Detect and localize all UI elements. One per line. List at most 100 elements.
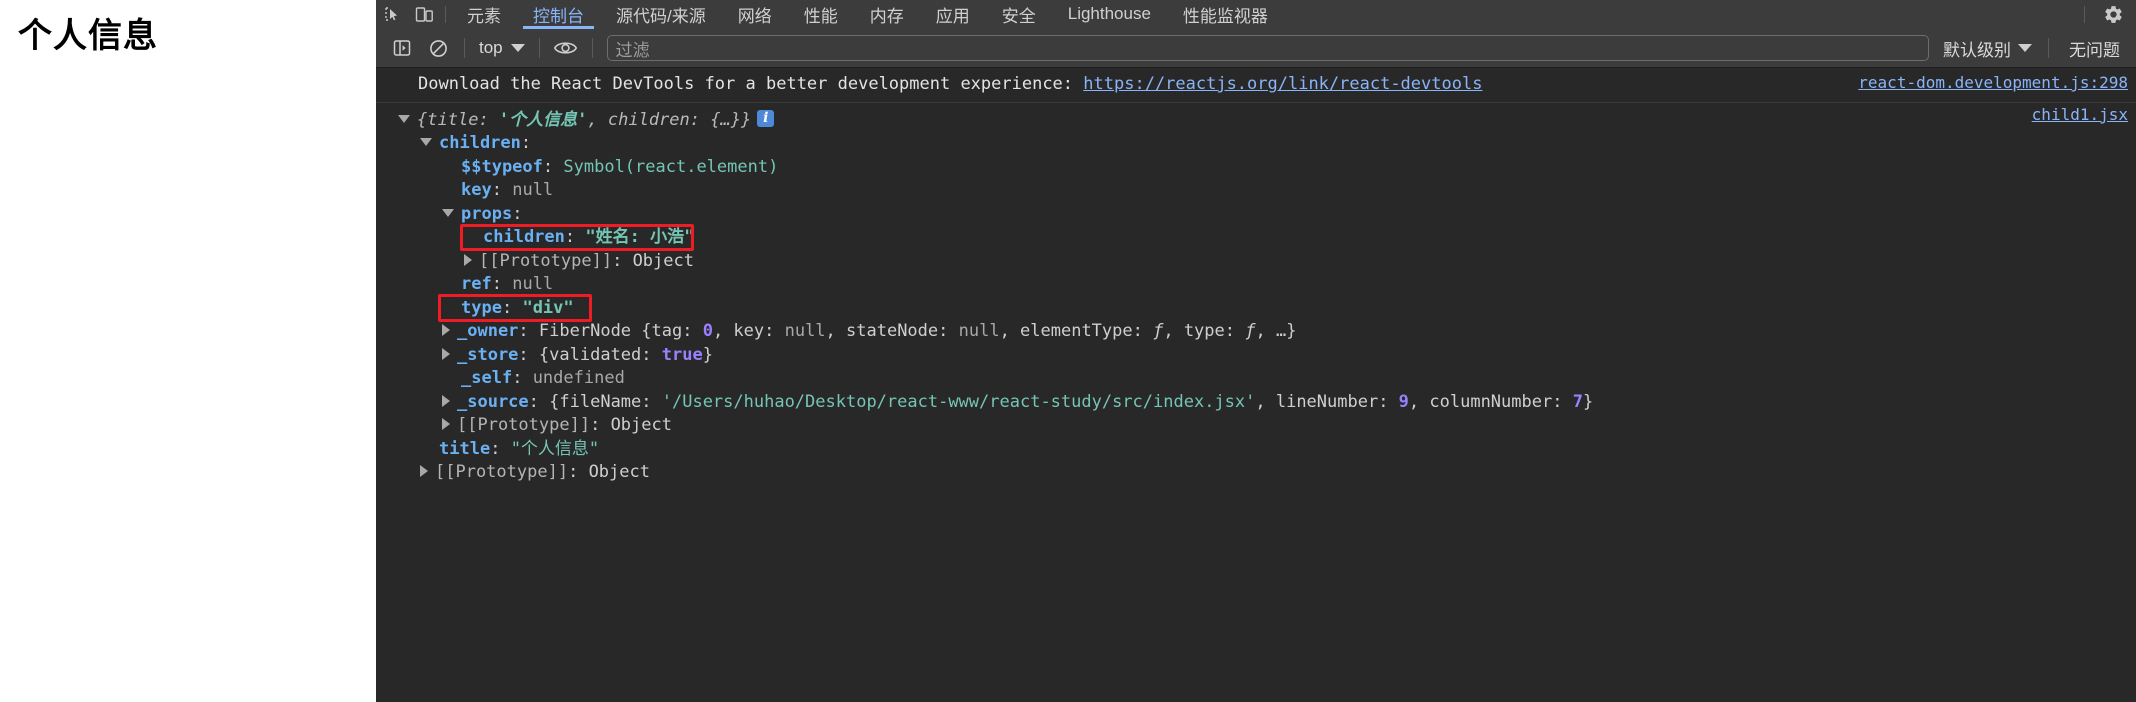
chevron-right-icon[interactable] xyxy=(442,324,450,337)
fiber-key: null xyxy=(784,321,826,342)
console-message-react-devtools[interactable]: react-dom.development.js:298 Download th… xyxy=(376,68,2136,103)
react-devtools-link[interactable]: https://reactjs.org/link/react-devtools xyxy=(1083,74,1482,94)
chevron-right-icon[interactable] xyxy=(420,465,428,478)
tree-row-summary[interactable]: {title: '个人信息', children: {…}} i xyxy=(376,109,2136,133)
chevron-right-icon[interactable] xyxy=(442,394,450,407)
tree-sep: : xyxy=(490,438,501,459)
tab-application[interactable]: 应用 xyxy=(920,0,986,29)
gear-icon[interactable] xyxy=(2090,0,2136,29)
tab-security[interactable]: 安全 xyxy=(986,0,1052,29)
chevron-right-icon[interactable] xyxy=(442,347,450,360)
store-open: {validated: xyxy=(538,344,662,365)
source-filename: '/Users/huhao/Desktop/react-www/react-st… xyxy=(661,391,1256,412)
filter-input[interactable]: 过滤 xyxy=(606,35,1929,61)
tree-sep: : xyxy=(518,321,529,342)
console-toolbar: top 过滤 默认级别 无问题 xyxy=(376,29,2136,68)
tabstrip-divider-right xyxy=(2084,5,2085,23)
tree-key: [[Prototype]] xyxy=(479,250,613,271)
chevron-down-icon[interactable] xyxy=(420,138,432,147)
tab-elements[interactable]: 元素 xyxy=(451,0,517,29)
tree-sep: : xyxy=(568,462,579,483)
tree-value: Object xyxy=(632,250,694,271)
tree-row-children[interactable]: children: xyxy=(376,132,2136,156)
tree-row-type: type: "div" xyxy=(376,293,2136,322)
tree-row-prototype-root[interactable]: [[Prototype]]: Object xyxy=(376,461,2136,485)
chevron-down-icon[interactable] xyxy=(398,114,410,123)
toolbar-divider-3 xyxy=(591,38,593,58)
fiber-statenode: null xyxy=(958,321,1000,342)
tree-value: "div" xyxy=(522,297,574,318)
log-level-label: 默认级别 xyxy=(1943,40,2011,60)
chevron-right-icon[interactable] xyxy=(442,418,450,431)
source-open: {fileName: xyxy=(549,391,662,412)
tree-sep: : xyxy=(590,415,601,436)
tree-row-owner[interactable]: _owner: FiberNode {tag: 0, key: null, st… xyxy=(376,320,2136,344)
tree-row-self: _self: undefined xyxy=(376,367,2136,391)
toolbar-divider-1 xyxy=(464,38,465,58)
tree-key: [[Prototype]] xyxy=(435,462,569,483)
tab-label: 内存 xyxy=(869,6,904,26)
tab-console[interactable]: 控制台 xyxy=(517,0,600,29)
tree-key: _store xyxy=(457,344,519,365)
tree-sep: : xyxy=(491,180,502,201)
tab-label: 应用 xyxy=(935,6,970,26)
tab-label: 控制台 xyxy=(533,6,584,26)
clear-console-icon[interactable] xyxy=(420,33,456,63)
log-level-selector[interactable]: 默认级别 xyxy=(1935,36,2040,61)
tab-label: 性能监视器 xyxy=(1182,6,1268,26)
chevron-down-icon[interactable] xyxy=(442,208,454,217)
tree-row-props-children: children: "姓名: 小浩" xyxy=(376,224,2136,252)
tree-sep: : xyxy=(491,274,502,295)
tree-key: title xyxy=(439,438,491,459)
tree-row-prototype-children[interactable]: [[Prototype]]: Object xyxy=(376,414,2136,438)
tab-performance[interactable]: 性能 xyxy=(788,0,854,29)
tab-sources[interactable]: 源代码/来源 xyxy=(600,0,722,29)
tree-row-store[interactable]: _store: {validated: true} xyxy=(376,344,2136,368)
tree-value: "姓名: 小浩" xyxy=(585,227,695,248)
tree-row-props[interactable]: props: xyxy=(376,203,2136,227)
chevron-right-icon[interactable] xyxy=(464,253,472,266)
live-expression-icon[interactable] xyxy=(548,33,584,63)
tree-key: _source xyxy=(457,391,529,412)
tree-sep: : xyxy=(512,368,523,389)
fiber-p1: , key: xyxy=(712,321,785,342)
tree-key: children xyxy=(483,227,565,248)
info-icon[interactable]: i xyxy=(757,110,775,128)
device-toolbar-icon[interactable] xyxy=(408,0,440,29)
tree-sep: : xyxy=(612,250,623,271)
tree-row-source[interactable]: _source: {fileName: '/Users/huhao/Deskto… xyxy=(376,391,2136,415)
tab-performance-monitor[interactable]: 性能监视器 xyxy=(1167,0,1284,29)
store-close: } xyxy=(702,344,713,365)
execution-context-value: top xyxy=(479,38,503,57)
tree-key: $$typeof xyxy=(461,156,543,177)
toolbar-divider-4 xyxy=(2048,38,2049,58)
issues-status[interactable]: 无问题 xyxy=(2057,36,2128,61)
tree-value: null xyxy=(512,274,554,295)
tree-key: key xyxy=(461,180,492,201)
message-source-link[interactable]: react-dom.development.js:298 xyxy=(1858,71,2128,94)
inspect-element-icon[interactable] xyxy=(376,0,408,29)
console-object-tree[interactable]: child1.jsx {title: '个人信息', children: {…}… xyxy=(376,103,2136,485)
fiber-elementtype: ƒ xyxy=(1153,321,1164,342)
tree-row-title: title: "个人信息" xyxy=(376,438,2136,462)
execution-context-selector[interactable]: top xyxy=(473,38,531,58)
tab-label: 性能 xyxy=(803,6,838,26)
console-output[interactable]: react-dom.development.js:298 Download th… xyxy=(376,68,2136,702)
tree-row-prototype-props[interactable]: [[Prototype]]: Object xyxy=(376,250,2136,274)
tree-value: null xyxy=(512,180,554,201)
summary-children-value: {…} xyxy=(710,109,741,130)
tree-key: ref xyxy=(461,274,492,295)
tab-memory[interactable]: 内存 xyxy=(854,0,920,29)
tabstrip-divider xyxy=(445,5,446,23)
fiber-p4: , type: xyxy=(1163,321,1246,342)
summary-close: } xyxy=(740,109,752,130)
tab-lighthouse[interactable]: Lighthouse xyxy=(1052,0,1167,29)
fiber-name: FiberNode {tag: xyxy=(538,321,703,342)
fiber-type: ƒ xyxy=(1245,321,1256,342)
summary-title-value: '个人信息' xyxy=(498,109,588,130)
tree-key: [[Prototype]] xyxy=(457,415,591,436)
console-sidebar-icon[interactable] xyxy=(384,33,420,63)
tab-label: 安全 xyxy=(1001,6,1036,26)
tree-value: "个人信息" xyxy=(510,438,600,459)
tab-network[interactable]: 网络 xyxy=(722,0,788,29)
